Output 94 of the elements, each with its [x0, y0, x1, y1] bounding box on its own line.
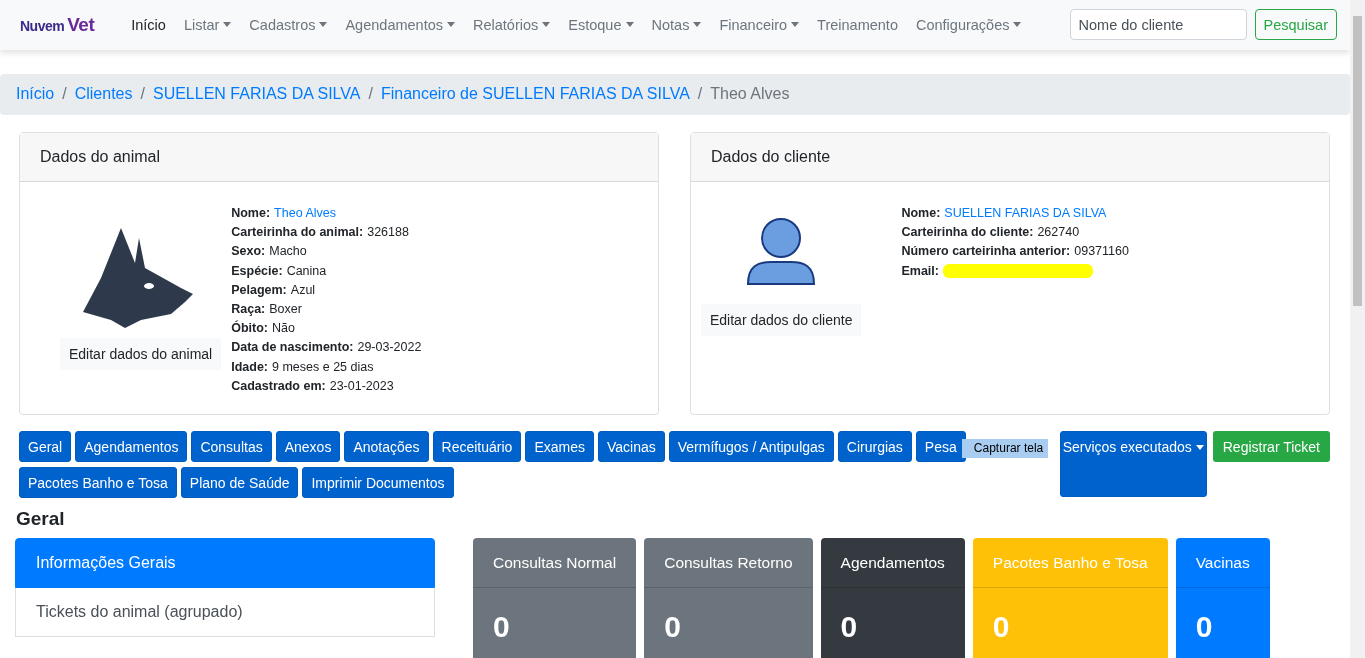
caret-icon — [1195, 445, 1204, 450]
tab-button[interactable]: Cirurgias — [837, 431, 912, 462]
scrollbar[interactable] — [1350, 0, 1365, 658]
list-item[interactable]: Tickets do animal (agrupado) — [15, 588, 435, 637]
field-value: Macho — [269, 243, 307, 261]
tooltip: Capturar tela — [961, 439, 1048, 458]
name-link[interactable]: Theo Alves — [274, 204, 336, 224]
breadcrumb-link[interactable]: Clientes — [74, 85, 133, 104]
field-label: Óbito: — [231, 319, 268, 338]
name-link[interactable]: SUELLEN FARIAS DA SILVA — [944, 204, 1107, 224]
nav-link[interactable]: Cadastros — [240, 16, 337, 33]
breadcrumb-item[interactable]: Theo Alves — [710, 85, 790, 104]
stat-title: Vacinas — [1175, 538, 1270, 588]
stat-value: 0 — [991, 609, 1011, 644]
field-label: Número carteirinha anterior: — [901, 243, 1071, 261]
list-item[interactable]: Informações Gerais — [15, 538, 435, 588]
tab-button[interactable]: Imprimir Documentos — [302, 467, 454, 498]
field-value: Boxer — [269, 301, 302, 318]
breadcrumb-separator: / — [139, 85, 146, 104]
brand-logo[interactable]: Nuvem Vet — [20, 13, 95, 36]
caret-icon — [625, 22, 634, 28]
stat-title: Agendamentos — [820, 538, 965, 588]
breadcrumb-separator: / — [696, 85, 704, 104]
field-value: 262740 — [1037, 224, 1080, 242]
field-label: Pelagem: — [231, 281, 287, 299]
caret-icon — [223, 22, 232, 28]
edit-animal-button[interactable]: Editar dados do animal — [60, 338, 222, 370]
field-label: Cadastrado em: — [231, 377, 326, 395]
caret-icon — [791, 22, 800, 28]
caret-icon — [447, 22, 455, 28]
nav-link[interactable]: Estoque — [559, 16, 643, 33]
stat-title: Consultas Normal — [473, 538, 637, 588]
tab-button[interactable]: Agendamentos — [75, 431, 188, 462]
breadcrumb-separator: / — [367, 85, 374, 104]
nav-link[interactable]: Notas — [642, 16, 711, 33]
field-value: 09371160 — [1074, 243, 1129, 261]
stat-title: Consultas Retorno — [644, 538, 813, 588]
field-label: Idade: — [231, 358, 268, 376]
field-label: Email: — [901, 262, 939, 280]
edit-client-button[interactable]: Editar dados do cliente — [701, 304, 862, 336]
person-avatar-icon — [746, 216, 817, 286]
card-title: Dados do animal — [20, 133, 658, 182]
field-value: Não — [272, 320, 295, 338]
field-label: Espécie: — [231, 262, 283, 280]
nav-link[interactable]: Financeiro — [710, 16, 809, 33]
card-title: Dados do cliente — [691, 133, 1329, 182]
nav-link[interactable]: Configurações — [906, 16, 1031, 33]
stat-value: 0 — [492, 609, 511, 644]
tab-button[interactable]: Vacinas — [597, 431, 665, 462]
field-label: Sexo: — [231, 243, 266, 261]
field-value: Azul — [290, 281, 316, 299]
breadcrumb-link[interactable]: SUELLEN FARIAS DA SILVA — [152, 85, 361, 104]
tab-button[interactable]: Plano de Saúde — [180, 467, 299, 498]
services-dropdown-button[interactable]: Serviços executados — [1059, 431, 1207, 497]
tab-button[interactable]: Geral — [19, 431, 72, 462]
tab-button[interactable]: Consultas — [191, 431, 272, 462]
breadcrumb-link[interactable]: Início — [16, 85, 55, 104]
nav-link[interactable]: Agendamentos — [336, 16, 464, 33]
section-title: Geral — [16, 508, 66, 530]
field-label: Carteirinha do animal: — [231, 224, 364, 242]
tab-button[interactable]: Exames — [525, 431, 594, 462]
nav-link[interactable]: Início — [122, 16, 175, 33]
search-field[interactable]: Nome do cliente — [1069, 9, 1247, 41]
field-label: Carteirinha do cliente: — [901, 224, 1034, 242]
register-ticket-button[interactable]: Registrar Ticket — [1212, 431, 1330, 462]
tab-button[interactable]: Vermífugos / Antipulgas — [668, 431, 834, 462]
tab-button[interactable]: Anotações — [344, 431, 429, 462]
tab-button[interactable]: Pesa — [915, 431, 966, 462]
stat-title: Pacotes Banho e Tosa — [972, 538, 1168, 588]
field-value: Canina — [286, 262, 327, 280]
field-label: Nome: — [901, 205, 941, 222]
field-label: Nome: — [231, 205, 271, 222]
caret-icon — [319, 22, 328, 28]
stat-value: 0 — [839, 609, 859, 644]
stat-value: 0 — [1194, 609, 1214, 644]
stat-value: 0 — [663, 609, 682, 644]
field-value: 326188 — [367, 224, 409, 242]
nav-link[interactable]: Treinamento — [808, 16, 907, 33]
nav-link[interactable]: Listar — [174, 16, 241, 33]
field-label: Data de nascimento: — [231, 339, 354, 357]
search-button[interactable]: Pesquisar — [1254, 9, 1337, 41]
field-label: Raça: — [231, 301, 266, 318]
nav-link[interactable]: Relatórios — [464, 16, 560, 33]
tab-button[interactable]: Anexos — [275, 431, 341, 462]
caret-icon — [693, 22, 702, 28]
breadcrumb-separator: / — [61, 85, 68, 104]
tab-button[interactable]: Pacotes Banho e Tosa — [19, 467, 177, 498]
breadcrumb-link[interactable]: Financeiro de SUELLEN FARIAS DA SILVA — [380, 85, 690, 104]
field-value: 9 meses e 25 dias — [272, 358, 374, 376]
tab-button[interactable]: Receituário — [432, 431, 522, 462]
caret-icon — [542, 22, 551, 28]
field-value: 23-01-2023 — [329, 377, 394, 395]
field-value: 29-03-2022 — [357, 339, 422, 357]
caret-icon — [1013, 22, 1022, 28]
